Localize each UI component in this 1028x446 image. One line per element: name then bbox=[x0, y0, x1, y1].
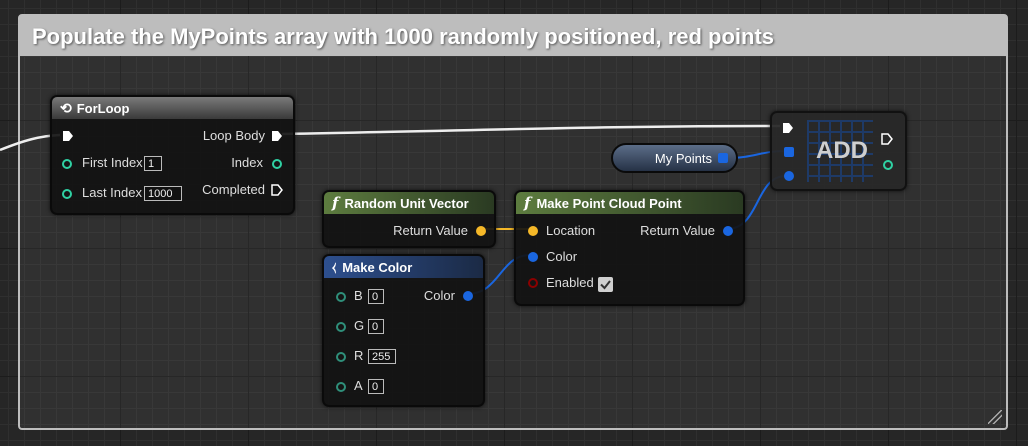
add-exec-out-pin[interactable] bbox=[881, 133, 893, 145]
exec-in-pin[interactable] bbox=[62, 130, 74, 142]
forloop-header[interactable]: ⟲ ForLoop bbox=[52, 97, 293, 119]
loop-body-label: Loop Body bbox=[202, 128, 265, 143]
my-points-variable-node[interactable]: My Points bbox=[611, 143, 738, 173]
first-index-pin[interactable] bbox=[62, 159, 72, 169]
loop-body-exec-pin[interactable] bbox=[271, 130, 283, 142]
g-pin[interactable] bbox=[336, 322, 346, 332]
r-label: R bbox=[354, 348, 364, 363]
random-vector-return-pin[interactable] bbox=[476, 226, 486, 236]
first-index-label: First Index bbox=[82, 155, 143, 170]
color-in-label: Color bbox=[546, 249, 578, 264]
random-unit-vector-header[interactable]: f Random Unit Vector bbox=[324, 192, 494, 214]
point-return-pin[interactable] bbox=[723, 226, 733, 236]
a-label: A bbox=[354, 378, 363, 393]
location-label: Location bbox=[546, 223, 596, 238]
random-unit-vector-title: Random Unit Vector bbox=[344, 195, 469, 211]
last-index-input[interactable]: 1000 bbox=[144, 186, 182, 201]
loop-icon: ⟲ bbox=[60, 99, 72, 116]
make-point-cloud-point-header[interactable]: f Make Point Cloud Point bbox=[516, 192, 743, 214]
completed-exec-pin[interactable] bbox=[271, 184, 283, 196]
color-out-pin[interactable] bbox=[463, 291, 473, 301]
make-point-cloud-point-title: Make Point Cloud Point bbox=[536, 195, 682, 211]
random-vector-return-label: Return Value bbox=[393, 223, 468, 238]
array-add-node[interactable]: ADD bbox=[770, 111, 907, 191]
checkmark-icon bbox=[600, 280, 611, 290]
g-input[interactable]: 0 bbox=[368, 319, 384, 334]
a-pin[interactable] bbox=[336, 382, 346, 392]
random-unit-vector-node[interactable]: f Random Unit Vector Return Value bbox=[322, 190, 496, 248]
r-input[interactable]: 255 bbox=[368, 349, 396, 364]
my-points-label: My Points bbox=[654, 151, 712, 166]
make-struct-icon: ⧼ bbox=[332, 259, 337, 274]
my-points-array-pin[interactable] bbox=[718, 153, 728, 163]
forloop-title: ForLoop bbox=[76, 100, 130, 116]
color-out-label: Color bbox=[423, 288, 455, 303]
index-label: Index bbox=[231, 155, 263, 170]
enabled-checkbox[interactable] bbox=[598, 277, 613, 292]
r-pin[interactable] bbox=[336, 352, 346, 362]
point-return-label: Return Value bbox=[640, 223, 715, 238]
b-pin[interactable] bbox=[336, 292, 346, 302]
target-array-pin[interactable] bbox=[784, 147, 794, 157]
a-input[interactable]: 0 bbox=[368, 379, 384, 394]
function-icon: f bbox=[524, 194, 531, 212]
add-exec-in-pin[interactable] bbox=[782, 122, 794, 134]
make-color-title: Make Color bbox=[342, 259, 413, 275]
index-pin[interactable] bbox=[272, 159, 282, 169]
make-color-header[interactable]: ⧼ Make Color bbox=[324, 256, 483, 278]
function-icon: f bbox=[332, 194, 339, 212]
b-input[interactable]: 0 bbox=[368, 289, 384, 304]
add-label: ADD bbox=[816, 137, 868, 164]
exec-wire-loop-body bbox=[281, 124, 781, 136]
new-item-pin[interactable] bbox=[784, 171, 794, 181]
make-point-cloud-point-node[interactable]: f Make Point Cloud Point Location Color … bbox=[514, 190, 745, 306]
enabled-pin[interactable] bbox=[528, 278, 538, 288]
completed-label: Completed bbox=[202, 182, 265, 197]
enabled-label: Enabled bbox=[546, 275, 594, 290]
g-label: G bbox=[354, 318, 365, 333]
forloop-node[interactable]: ⟲ ForLoop First Index 1 Last Index 1000 … bbox=[50, 95, 295, 215]
b-label: B bbox=[354, 288, 363, 303]
make-color-node[interactable]: ⧼ Make Color B 0 G 0 R 255 A 0 Color bbox=[322, 254, 485, 407]
last-index-pin[interactable] bbox=[62, 189, 72, 199]
location-pin[interactable] bbox=[528, 226, 538, 236]
color-in-pin[interactable] bbox=[528, 252, 538, 262]
last-index-label: Last Index bbox=[82, 185, 142, 200]
add-index-out-pin[interactable] bbox=[883, 160, 893, 170]
first-index-input[interactable]: 1 bbox=[144, 156, 162, 171]
